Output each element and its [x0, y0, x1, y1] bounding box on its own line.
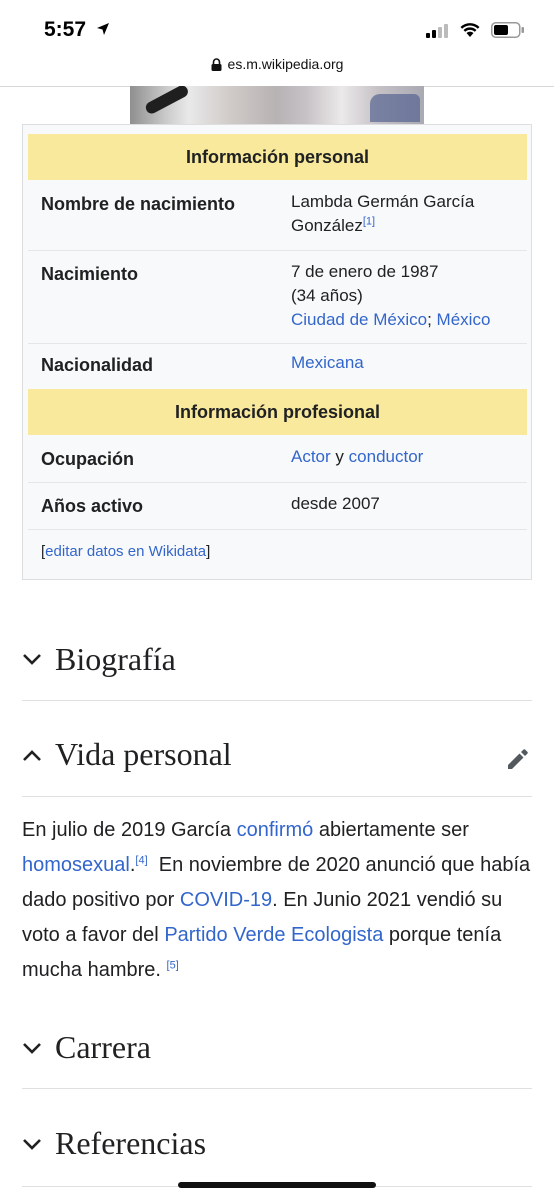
- row-value: 7 de enero de 1987 (34 años) Ciudad de M…: [291, 260, 490, 332]
- status-time: 5:57: [44, 18, 87, 41]
- row-value: Mexicana: [291, 351, 364, 375]
- infobox-row-occupation: Ocupación Actor y conductor: [28, 435, 527, 483]
- row-value: Lambda Germán García González[1]: [291, 190, 474, 238]
- reference-link[interactable]: [4]: [135, 854, 147, 866]
- link-partido-verde-ecologista[interactable]: Partido Verde Ecologista: [164, 924, 383, 946]
- chevron-down-icon: [23, 1139, 41, 1150]
- reference-link[interactable]: [1]: [363, 215, 375, 227]
- reference-link[interactable]: [5]: [167, 959, 179, 971]
- link-confirmo[interactable]: confirmó: [237, 819, 314, 841]
- link-actor[interactable]: Actor: [291, 447, 331, 466]
- value-line: González[1]: [291, 214, 474, 238]
- edit-wikidata-link[interactable]: editar datos en Wikidata: [45, 543, 206, 560]
- text: En julio de 2019 García: [22, 819, 237, 841]
- row-value: desde 2007: [291, 494, 380, 513]
- link-homosexual[interactable]: homosexual: [22, 854, 130, 876]
- link-conductor[interactable]: conductor: [349, 447, 424, 466]
- section-title: Biografía: [55, 641, 176, 677]
- cellular-signal-icon: [426, 24, 448, 38]
- separator: ;: [427, 310, 432, 329]
- microphone-image: [145, 86, 188, 114]
- infobox-header-personal: Información personal: [28, 134, 527, 180]
- section-vida-personal[interactable]: Vida personal: [22, 725, 532, 797]
- home-indicator[interactable]: [178, 1182, 376, 1188]
- row-label: Nacionalidad: [41, 355, 154, 375]
- section-title: Vida personal: [55, 736, 232, 772]
- wifi-icon: [460, 23, 480, 37]
- photo-detail: [370, 94, 420, 122]
- chevron-down-icon: [23, 654, 41, 665]
- wikidata-edit: [editar datos en Wikidata]: [41, 543, 210, 560]
- text: abiertamente ser: [313, 819, 469, 841]
- row-label: Ocupación: [41, 449, 135, 469]
- vida-personal-paragraph: En julio de 2019 García confirmó abierta…: [22, 813, 534, 988]
- link-covid-19[interactable]: COVID-19: [180, 889, 272, 911]
- value-text: González: [291, 216, 363, 235]
- conjunction: y: [335, 447, 344, 466]
- url-text: es.m.wikipedia.org: [227, 56, 344, 72]
- section-carrera[interactable]: Carrera: [22, 1018, 532, 1089]
- value-line: 7 de enero de 1987: [291, 262, 439, 281]
- battery-icon: [491, 22, 524, 38]
- infobox-row-birth-name: Nombre de nacimiento Lambda Germán Garcí…: [28, 180, 527, 251]
- value-line: Ciudad de México; México: [291, 308, 490, 332]
- row-label: Nombre de nacimiento: [41, 194, 236, 214]
- infobox-row-years-active: Años activo desde 2007: [28, 482, 527, 530]
- section-biografia[interactable]: Biografía: [22, 630, 532, 701]
- link-mexicana[interactable]: Mexicana: [291, 353, 364, 372]
- section-referencias[interactable]: Referencias: [22, 1113, 532, 1187]
- address-bar[interactable]: es.m.wikipedia.org: [0, 56, 554, 86]
- link-mexico[interactable]: México: [437, 310, 491, 329]
- value-line: Lambda Germán García: [291, 192, 475, 211]
- infobox-photo[interactable]: [130, 86, 424, 124]
- infobox-row-nationality: Nacionalidad Mexicana: [28, 343, 527, 388]
- section-title: Referencias: [55, 1125, 207, 1161]
- chevron-up-icon: [23, 750, 41, 761]
- status-bar: 5:57: [0, 0, 554, 58]
- link-ciudad-de-mexico[interactable]: Ciudad de México: [291, 310, 427, 329]
- section-title: Carrera: [55, 1029, 151, 1065]
- infobox: Información personal Nombre de nacimient…: [22, 124, 532, 580]
- row-label: Nacimiento: [41, 264, 139, 284]
- pencil-edit-icon[interactable]: [504, 745, 532, 773]
- chevron-down-icon: [23, 1043, 41, 1054]
- infobox-header-professional: Información profesional: [28, 389, 527, 435]
- lock-icon: [211, 57, 222, 71]
- row-value: Actor y conductor: [291, 445, 423, 469]
- bracket: ]: [206, 543, 211, 560]
- row-label: Años activo: [41, 496, 144, 516]
- value-line: (34 años): [291, 286, 363, 305]
- location-arrow-icon: [97, 23, 109, 35]
- infobox-row-birth: Nacimiento 7 de enero de 1987 (34 años) …: [28, 250, 527, 344]
